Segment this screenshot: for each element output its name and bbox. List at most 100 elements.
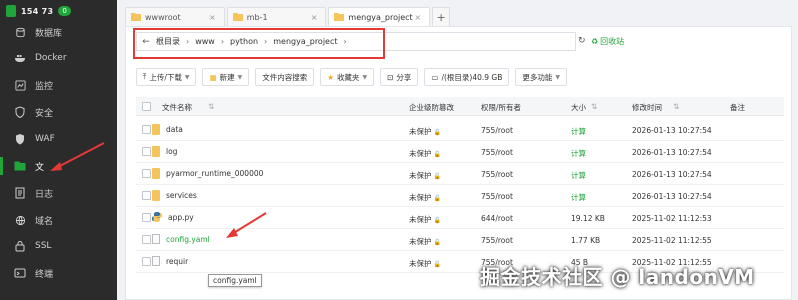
- header-name[interactable]: 文件名称: [162, 102, 192, 113]
- perm-cell[interactable]: 755/root: [481, 192, 513, 201]
- button-label: 新建: [219, 72, 235, 82]
- file-name[interactable]: log: [166, 147, 177, 156]
- tab-wwwroot[interactable]: wwwroot ×: [125, 7, 225, 26]
- sidebar-item-label: 数据库: [35, 28, 63, 39]
- protect-cell: 未保护 🔓: [409, 148, 441, 159]
- table-row[interactable]: log 未保护 🔓 755/root 计算 2026-01-13 10:27:54: [136, 141, 784, 163]
- close-icon[interactable]: ×: [311, 13, 318, 22]
- chevron-down-icon: ▼: [362, 73, 368, 81]
- refresh-icon[interactable]: ↻: [578, 36, 586, 46]
- row-checkbox[interactable]: [142, 125, 151, 134]
- folder-icon: [152, 146, 160, 157]
- tab-label: wwwroot: [145, 12, 181, 22]
- file-name-cell[interactable]: app.py: [152, 212, 194, 222]
- row-checkbox[interactable]: [142, 191, 151, 200]
- size-cell[interactable]: 计算: [571, 170, 586, 181]
- perm-cell[interactable]: 644/root: [481, 214, 513, 223]
- sidebar-item-label: 日志: [35, 189, 54, 200]
- share-button[interactable]: ⊡ 分享: [380, 68, 419, 86]
- lock-icon[interactable]: 🔓: [434, 151, 441, 158]
- upload-download-button[interactable]: ⤒ 上传/下载 ▼: [136, 68, 197, 86]
- row-checkbox[interactable]: [142, 213, 151, 222]
- lock-icon[interactable]: 🔓: [434, 217, 441, 224]
- file-icon: [152, 256, 160, 266]
- row-checkbox[interactable]: [142, 235, 151, 244]
- recycle-label: 回收站: [600, 37, 625, 46]
- header-perm: 权限/所有者: [481, 103, 522, 112]
- lock-icon[interactable]: 🔓: [434, 239, 441, 246]
- button-label: 更多功能: [522, 72, 553, 82]
- new-button[interactable]: ■ 新建 ▼: [202, 68, 250, 86]
- protect-cell: 未保护 🔓: [409, 258, 441, 269]
- lock-icon[interactable]: 🔓: [434, 173, 441, 180]
- shield-icon: [14, 106, 26, 118]
- lock-icon[interactable]: 🔓: [434, 129, 441, 136]
- file-name[interactable]: app.py: [168, 213, 194, 222]
- lock-icon[interactable]: 🔓: [434, 261, 441, 268]
- sort-icon[interactable]: ⇅: [591, 102, 597, 111]
- table-row[interactable]: pyarmor_runtime_000000 未保护 🔓 755/root 计算 202…: [136, 163, 784, 185]
- mtime-cell: 2026-01-13 10:27:54: [632, 170, 712, 179]
- tab-mengya-project[interactable]: mengya_project ×: [328, 7, 431, 26]
- mtime-cell: 2026-01-13 10:27:54: [632, 192, 712, 201]
- sidebar-item-logs[interactable]: 日志: [0, 180, 117, 206]
- sidebar-item-security[interactable]: 安全: [0, 99, 117, 125]
- perm-cell[interactable]: 755/root: [481, 126, 513, 135]
- file-name[interactable]: data: [166, 125, 183, 134]
- folder-icon: [334, 13, 345, 21]
- more-features-button[interactable]: 更多功能 ▼: [515, 68, 567, 86]
- recycle-bin-link[interactable]: ♻ 回收站: [591, 36, 624, 47]
- chevron-down-icon: ▼: [237, 73, 243, 81]
- file-name-cell[interactable]: services: [152, 190, 197, 201]
- size-cell[interactable]: 计算: [571, 148, 586, 159]
- table-row[interactable]: services 未保护 🔓 755/root 计算 2026-01-13 10:27:…: [136, 185, 784, 207]
- row-checkbox[interactable]: [142, 147, 151, 156]
- sort-icon[interactable]: ⇅: [673, 102, 679, 111]
- sidebar-item-monitor[interactable]: 监控: [0, 72, 117, 98]
- file-name[interactable]: pyarmor_runtime_000000: [166, 169, 263, 178]
- close-icon[interactable]: ×: [414, 13, 421, 22]
- file-name[interactable]: services: [166, 191, 197, 200]
- sidebar-item-ssl[interactable]: SSL: [0, 233, 117, 259]
- file-name-cell[interactable]: log: [152, 146, 177, 157]
- row-checkbox[interactable]: [142, 257, 151, 266]
- size-cell[interactable]: 计算: [571, 126, 586, 137]
- folder-icon: [152, 124, 160, 135]
- add-tab-button[interactable]: +: [432, 7, 451, 26]
- file-name-cell[interactable]: requir: [152, 256, 188, 266]
- file-name-cell[interactable]: pyarmor_runtime_000000: [152, 168, 263, 179]
- tab-mb-1[interactable]: mb-1 ×: [226, 7, 327, 26]
- sidebar-item-terminal[interactable]: 终端: [0, 260, 117, 286]
- size-cell[interactable]: 计算: [571, 192, 586, 203]
- favorites-button[interactable]: ★ 收藏夹 ▼: [320, 68, 375, 86]
- share-icon: ⊡: [387, 72, 394, 82]
- file-name-cell[interactable]: config.yaml: [152, 234, 210, 244]
- perm-cell[interactable]: 755/root: [481, 236, 513, 245]
- file-name[interactable]: requir: [166, 257, 188, 266]
- watermark: 掘金技术社区 @ landonVM: [480, 265, 755, 289]
- perm-cell[interactable]: 755/root: [481, 170, 513, 179]
- protect-status: 未保护: [409, 215, 432, 224]
- file-name[interactable]: config.yaml: [166, 235, 210, 244]
- star-icon: ★: [327, 72, 334, 82]
- ssl-icon: [14, 240, 26, 252]
- protect-status: 未保护: [409, 193, 432, 202]
- search-content-button[interactable]: 文件内容搜索: [255, 68, 315, 86]
- sidebar-item-database[interactable]: 数据库: [0, 19, 117, 45]
- file-name-cell[interactable]: data: [152, 124, 183, 135]
- sidebar-item-domain[interactable]: 域名: [0, 207, 117, 233]
- table-row[interactable]: data 未保护 🔓 755/root 计算 2026-01-13 10:27:54: [136, 119, 784, 141]
- perm-cell[interactable]: 755/root: [481, 148, 513, 157]
- select-all-checkbox[interactable]: [142, 102, 151, 111]
- tab-label: mengya_project: [348, 12, 413, 22]
- disk-button[interactable]: ▭/(根目录)40.9 GB: [424, 68, 510, 86]
- header-size[interactable]: 大小: [571, 102, 586, 113]
- sort-icon[interactable]: ⇅: [208, 102, 214, 111]
- sidebar-item-docker[interactable]: Docker: [0, 45, 117, 71]
- lock-icon[interactable]: 🔓: [434, 195, 441, 202]
- row-checkbox[interactable]: [142, 169, 151, 178]
- header-protect: 企业级防篡改: [409, 103, 454, 112]
- header-mtime[interactable]: 修改时间: [632, 102, 662, 113]
- alert-badge[interactable]: 0: [58, 6, 71, 16]
- close-icon[interactable]: ×: [209, 13, 216, 22]
